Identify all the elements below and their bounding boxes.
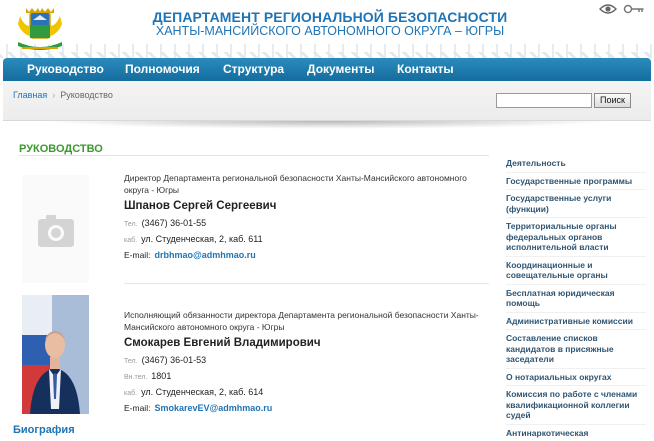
person-card: Директор Департамента региональной безоп… [19,160,489,285]
portrait-image [22,295,89,414]
sidebar-item-state-services[interactable]: Государственные услуги (функции) [506,190,646,218]
breadcrumb-home[interactable]: Главная [13,90,47,100]
office-row: каб. ул. Студенческая, 2, каб. 614 [124,387,484,397]
site-title[interactable]: ДЕПАРТАМЕНТ РЕГИОНАЛЬНОЙ БЕЗОПАСНОСТИ [100,9,560,25]
phone-row: Тел. (3467) 36-01-53 [124,355,484,365]
nav-item-powers[interactable]: Полномочия [125,62,200,76]
person-photo[interactable] [22,295,89,414]
breadcrumb: Главная › Руководство [13,90,113,100]
phone-value: (3467) 36-01-53 [141,355,207,365]
coat-of-arms-icon[interactable] [14,2,66,54]
page-title: РУКОВОДСТВО [19,143,103,155]
office-row: каб. ул. Студенческая, 2, каб. 611 [124,234,484,244]
ext-phone-label: Вн.тел. [124,374,148,381]
sidebar-item-admin-commissions[interactable]: Административные комиссии [506,313,646,330]
breadcrumb-current: Руководство [60,90,113,100]
card-divider [124,283,489,284]
person-post: Исполняющий обязанности директора Департ… [124,310,479,332]
email-row: E-mail: SmokarevEV@admhmao.ru [124,403,484,413]
main-nav: Руководство Полномочия Структура Докумен… [3,58,651,81]
sidebar-item-anti-drug[interactable]: Антинаркотическая деятельность [506,425,646,441]
sidebar-item-territorial-bodies[interactable]: Территориальные органы федеральных орган… [506,218,646,257]
person-post: Директор Департамента региональной безоп… [124,173,467,195]
sidebar-item-notary-districts[interactable]: О нотариальных округах [506,369,646,386]
site-header: ДЕПАРТАМЕНТ РЕГИОНАЛЬНОЙ БЕЗОПАСНОСТИ ХА… [0,0,654,58]
phone-label: Тел. [124,221,138,228]
email-link[interactable]: drbhmao@admhmao.ru [154,250,255,260]
breadcrumb-separator: › [52,90,56,100]
sidebar-item-judges-commission[interactable]: Комиссия по работе с членами квалификаци… [506,386,646,425]
person-info: Директор Департамента региональной безоп… [124,172,484,260]
biography-link[interactable]: Биография [13,424,75,436]
person-name[interactable]: Шпанов Сергей Сергеевич [124,200,484,212]
ext-phone-value: 1801 [151,371,172,381]
title-divider [19,155,489,156]
ext-phone-row: Вн.тел. 1801 [124,371,484,381]
breadcrumb-strip: Главная › Руководство Поиск [3,81,651,121]
sidebar-item-coordination-bodies[interactable]: Координационные и совещательные органы [506,257,646,285]
email-label: E-mail: [124,250,151,260]
camera-icon [38,215,74,247]
phone-value: (3467) 36-01-55 [141,218,207,228]
eye-icon[interactable] [599,4,617,14]
person-card: Исполняющий обязанности директора Департ… [19,291,489,441]
office-value: ул. Студенческая, 2, каб. 611 [141,234,263,244]
key-icon[interactable] [623,4,644,14]
site-subtitle[interactable]: ХАНТЫ-МАНСИЙСКОГО АВТОНОМНОГО ОКРУГА – Ю… [100,24,560,38]
nav-item-contacts[interactable]: Контакты [397,62,454,76]
sidebar-item-jurors[interactable]: Составление списков кандидатов в присяжн… [506,330,646,369]
office-value: ул. Студенческая, 2, каб. 614 [141,387,264,397]
phone-row: Тел. (3467) 36-01-55 [124,218,484,228]
nav-item-leadership[interactable]: Руководство [27,62,104,76]
search-button[interactable]: Поиск [594,93,631,108]
photo-placeholder [22,175,89,283]
sidebar-item-activity[interactable]: Деятельность [506,155,646,173]
sidebar-item-state-programs[interactable]: Государственные программы [506,173,646,190]
email-label: E-mail: [124,403,151,413]
office-label: каб. [124,390,138,397]
office-label: каб. [124,237,138,244]
nav-item-structure[interactable]: Структура [223,62,284,76]
sidebar-menu: Деятельность Государственные программы Г… [506,155,646,441]
search-input[interactable] [496,93,592,108]
sidebar-item-free-legal-aid[interactable]: Бесплатная юридическая помощь [506,285,646,313]
person-name[interactable]: Смокарев Евгений Владимирович [124,337,484,349]
nav-item-documents[interactable]: Документы [307,62,374,76]
person-info: Исполняющий обязанности директора Департ… [124,309,484,413]
header-shadow [40,121,614,129]
phone-label: Тел. [124,358,138,365]
accessibility-icons [599,4,644,14]
email-link[interactable]: SmokarevEV@admhmao.ru [154,403,272,413]
email-row: E-mail: drbhmao@admhmao.ru [124,250,484,260]
